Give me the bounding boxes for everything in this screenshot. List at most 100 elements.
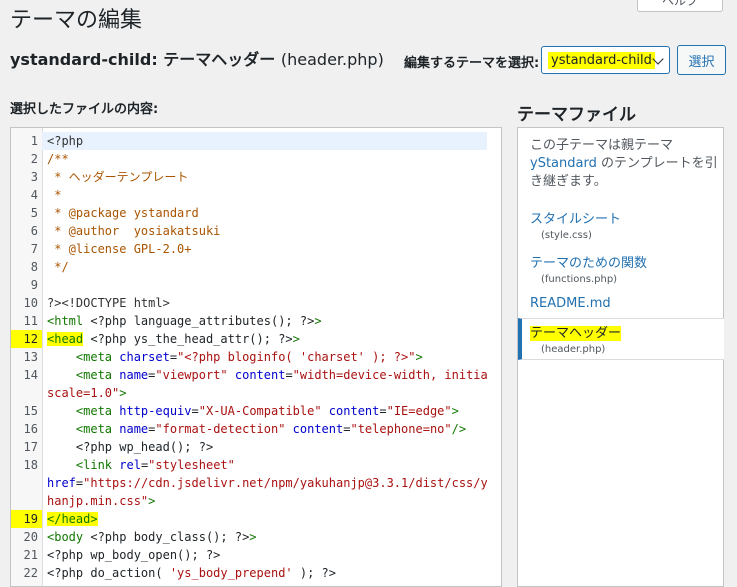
file-item-readme[interactable]: README.md	[530, 296, 718, 311]
editor-scrollbar[interactable]	[487, 128, 501, 586]
code-line[interactable]: 11 <html <?php language_attributes(); ?>>	[11, 312, 501, 330]
code-line[interactable]: 2 /**	[11, 150, 501, 168]
file-item-header-current[interactable]: テーマヘッダー (header.php)	[518, 318, 724, 360]
code-editor[interactable]: 1 <?php 2 /** 3 * ヘッダーテンプレート 4 * 5 * @package …	[10, 127, 502, 587]
code-line[interactable]: 21 <?php wp_body_open(); ?>	[11, 546, 501, 564]
line-number: 2	[30, 152, 38, 166]
line-number: 14	[23, 368, 38, 382]
code-text: <body <?php body_class(); ?>>	[42, 528, 257, 546]
code-token: "https://cdn.jsdelivr.net/npm/yakuhanjp@…	[83, 476, 502, 490]
code-line[interactable]: 20 <body <?php body_class(); ?>>	[11, 528, 501, 546]
line-number: 10	[23, 296, 38, 310]
code-token: scale=1.0"	[47, 386, 120, 400]
code-token: >	[415, 350, 423, 364]
code-text: </head>	[42, 510, 98, 528]
code-token: <?php wp_body_open(); ?>	[47, 548, 221, 562]
theme-select[interactable]: ystandard-child	[541, 46, 670, 74]
file-item-label[interactable]: README.md	[530, 296, 718, 311]
line-number: 4	[30, 188, 38, 202]
code-line[interactable]: 1 <?php	[11, 132, 501, 150]
code-line[interactable]: 15 <meta http-equiv="X-UA-Compatible" co…	[11, 402, 501, 420]
code-token: =	[285, 368, 293, 382]
code-text: <?php wp_body_open(); ?>	[42, 546, 220, 564]
code-token: =	[191, 404, 199, 418]
code-token: <html	[47, 314, 84, 328]
code-text: ?><!DOCTYPE html>	[42, 294, 170, 312]
code-line[interactable]: 6 * @author yosiakatsuki	[11, 222, 501, 240]
code-token: <?php	[47, 134, 84, 148]
code-token: * @license GPL-2.0+	[47, 242, 192, 256]
code-line[interactable]: 7 * @license GPL-2.0+	[11, 240, 501, 258]
code-line[interactable]: 16 <meta name="format-detection" content…	[11, 420, 501, 438]
code-line[interactable]: 19 </head>	[11, 510, 501, 528]
code-token: "X-UA-Compatible"	[198, 404, 322, 418]
page-title: テーマの編集	[10, 8, 143, 33]
parent-theme-link[interactable]: yStandard	[530, 156, 597, 171]
line-number: 5	[30, 206, 38, 220]
file-item-label[interactable]: テーマのための関数	[530, 252, 718, 271]
code-line[interactable]: hanjp.min.css">	[11, 492, 501, 510]
code-line[interactable]: 14 <meta name="viewport" content="width=…	[11, 366, 501, 384]
code-token: content	[227, 368, 286, 382]
line-number: 22	[23, 566, 38, 580]
select-button[interactable]: 選択	[677, 45, 726, 75]
code-token: <meta	[75, 350, 113, 364]
code-line[interactable]: 18 <link rel="stylesheet"	[11, 456, 501, 474]
code-line[interactable]: 4 *	[11, 186, 501, 204]
code-text: <meta name="viewport" content="width=dev…	[42, 366, 502, 384]
code-line[interactable]: 17 <?php wp_head(); ?>	[11, 438, 501, 456]
code-area[interactable]: 1 <?php 2 /** 3 * ヘッダーテンプレート 4 * 5 * @package …	[11, 132, 501, 582]
code-token: */	[47, 260, 69, 274]
code-line[interactable]: 13 <meta charset="<?php bloginfo( 'chars…	[11, 348, 501, 366]
code-token: "IE=edge"	[386, 404, 452, 418]
theme-select-label: 編集するテーマを選択:	[404, 56, 540, 71]
code-line[interactable]: 9	[11, 276, 501, 294]
code-text: scale=1.0">	[42, 384, 126, 402]
code-token: =	[379, 404, 387, 418]
code-token: hanjp.min.css"	[47, 494, 149, 508]
code-token: "stylesheet"	[148, 458, 235, 472]
file-item-label[interactable]: テーマヘッダー	[530, 322, 724, 341]
code-line[interactable]: scale=1.0">	[11, 384, 501, 402]
line-number: 17	[23, 440, 38, 454]
code-token: ?><!DOCTYPE html>	[47, 296, 170, 310]
code-token: charset	[112, 350, 170, 364]
line-number: 7	[30, 242, 38, 256]
file-item-stylesheet[interactable]: スタイルシート (style.css)	[530, 208, 718, 241]
code-token: "telephone=no"	[350, 422, 452, 436]
file-heading-theme: ystandard-child:	[10, 50, 158, 69]
code-text: * @author yosiakatsuki	[42, 222, 220, 240]
code-text: <?php	[42, 132, 501, 150]
content-label: 選択したファイルの内容:	[10, 102, 159, 117]
line-number	[11, 492, 42, 510]
code-token: />	[451, 422, 467, 436]
code-token: >	[451, 404, 459, 418]
file-heading-file: (header.php)	[280, 50, 384, 69]
code-line[interactable]: 3 * ヘッダーテンプレート	[11, 168, 501, 186]
line-number: 13	[23, 350, 38, 364]
line-number: 3	[30, 170, 38, 184]
code-token: name	[112, 368, 149, 382]
code-line[interactable]: href="https://cdn.jsdelivr.net/npm/yakuh…	[11, 474, 501, 492]
code-token: <?php ys_the_head_attr(); ?>	[83, 332, 293, 346]
code-line[interactable]: 22 <?php do_action( 'ys_body_prepend' ); …	[11, 564, 501, 582]
code-line[interactable]: 10 ?><!DOCTYPE html>	[11, 294, 501, 312]
file-item-functions[interactable]: テーマのための関数 (functions.php)	[530, 252, 718, 285]
code-line[interactable]: 5 * @package ystandard	[11, 204, 501, 222]
code-text: <meta http-equiv="X-UA-Compatible" conte…	[42, 402, 459, 420]
code-token: =	[169, 350, 178, 364]
help-button[interactable]: ヘルプ	[637, 0, 723, 12]
file-item-label[interactable]: スタイルシート	[530, 208, 718, 227]
code-token: "width=device-width, initial-	[292, 368, 502, 382]
code-text: href="https://cdn.jsdelivr.net/npm/yakuh…	[42, 474, 502, 492]
file-heading: ystandard-child: テーマヘッダー (header.php)	[10, 46, 384, 70]
code-token: >	[314, 314, 322, 328]
code-line[interactable]: 12 <head <?php ys_the_head_attr(); ?>>	[11, 330, 501, 348]
code-token: content	[321, 404, 380, 418]
code-line[interactable]: 8 */	[11, 258, 501, 276]
code-token: /**	[47, 152, 69, 166]
